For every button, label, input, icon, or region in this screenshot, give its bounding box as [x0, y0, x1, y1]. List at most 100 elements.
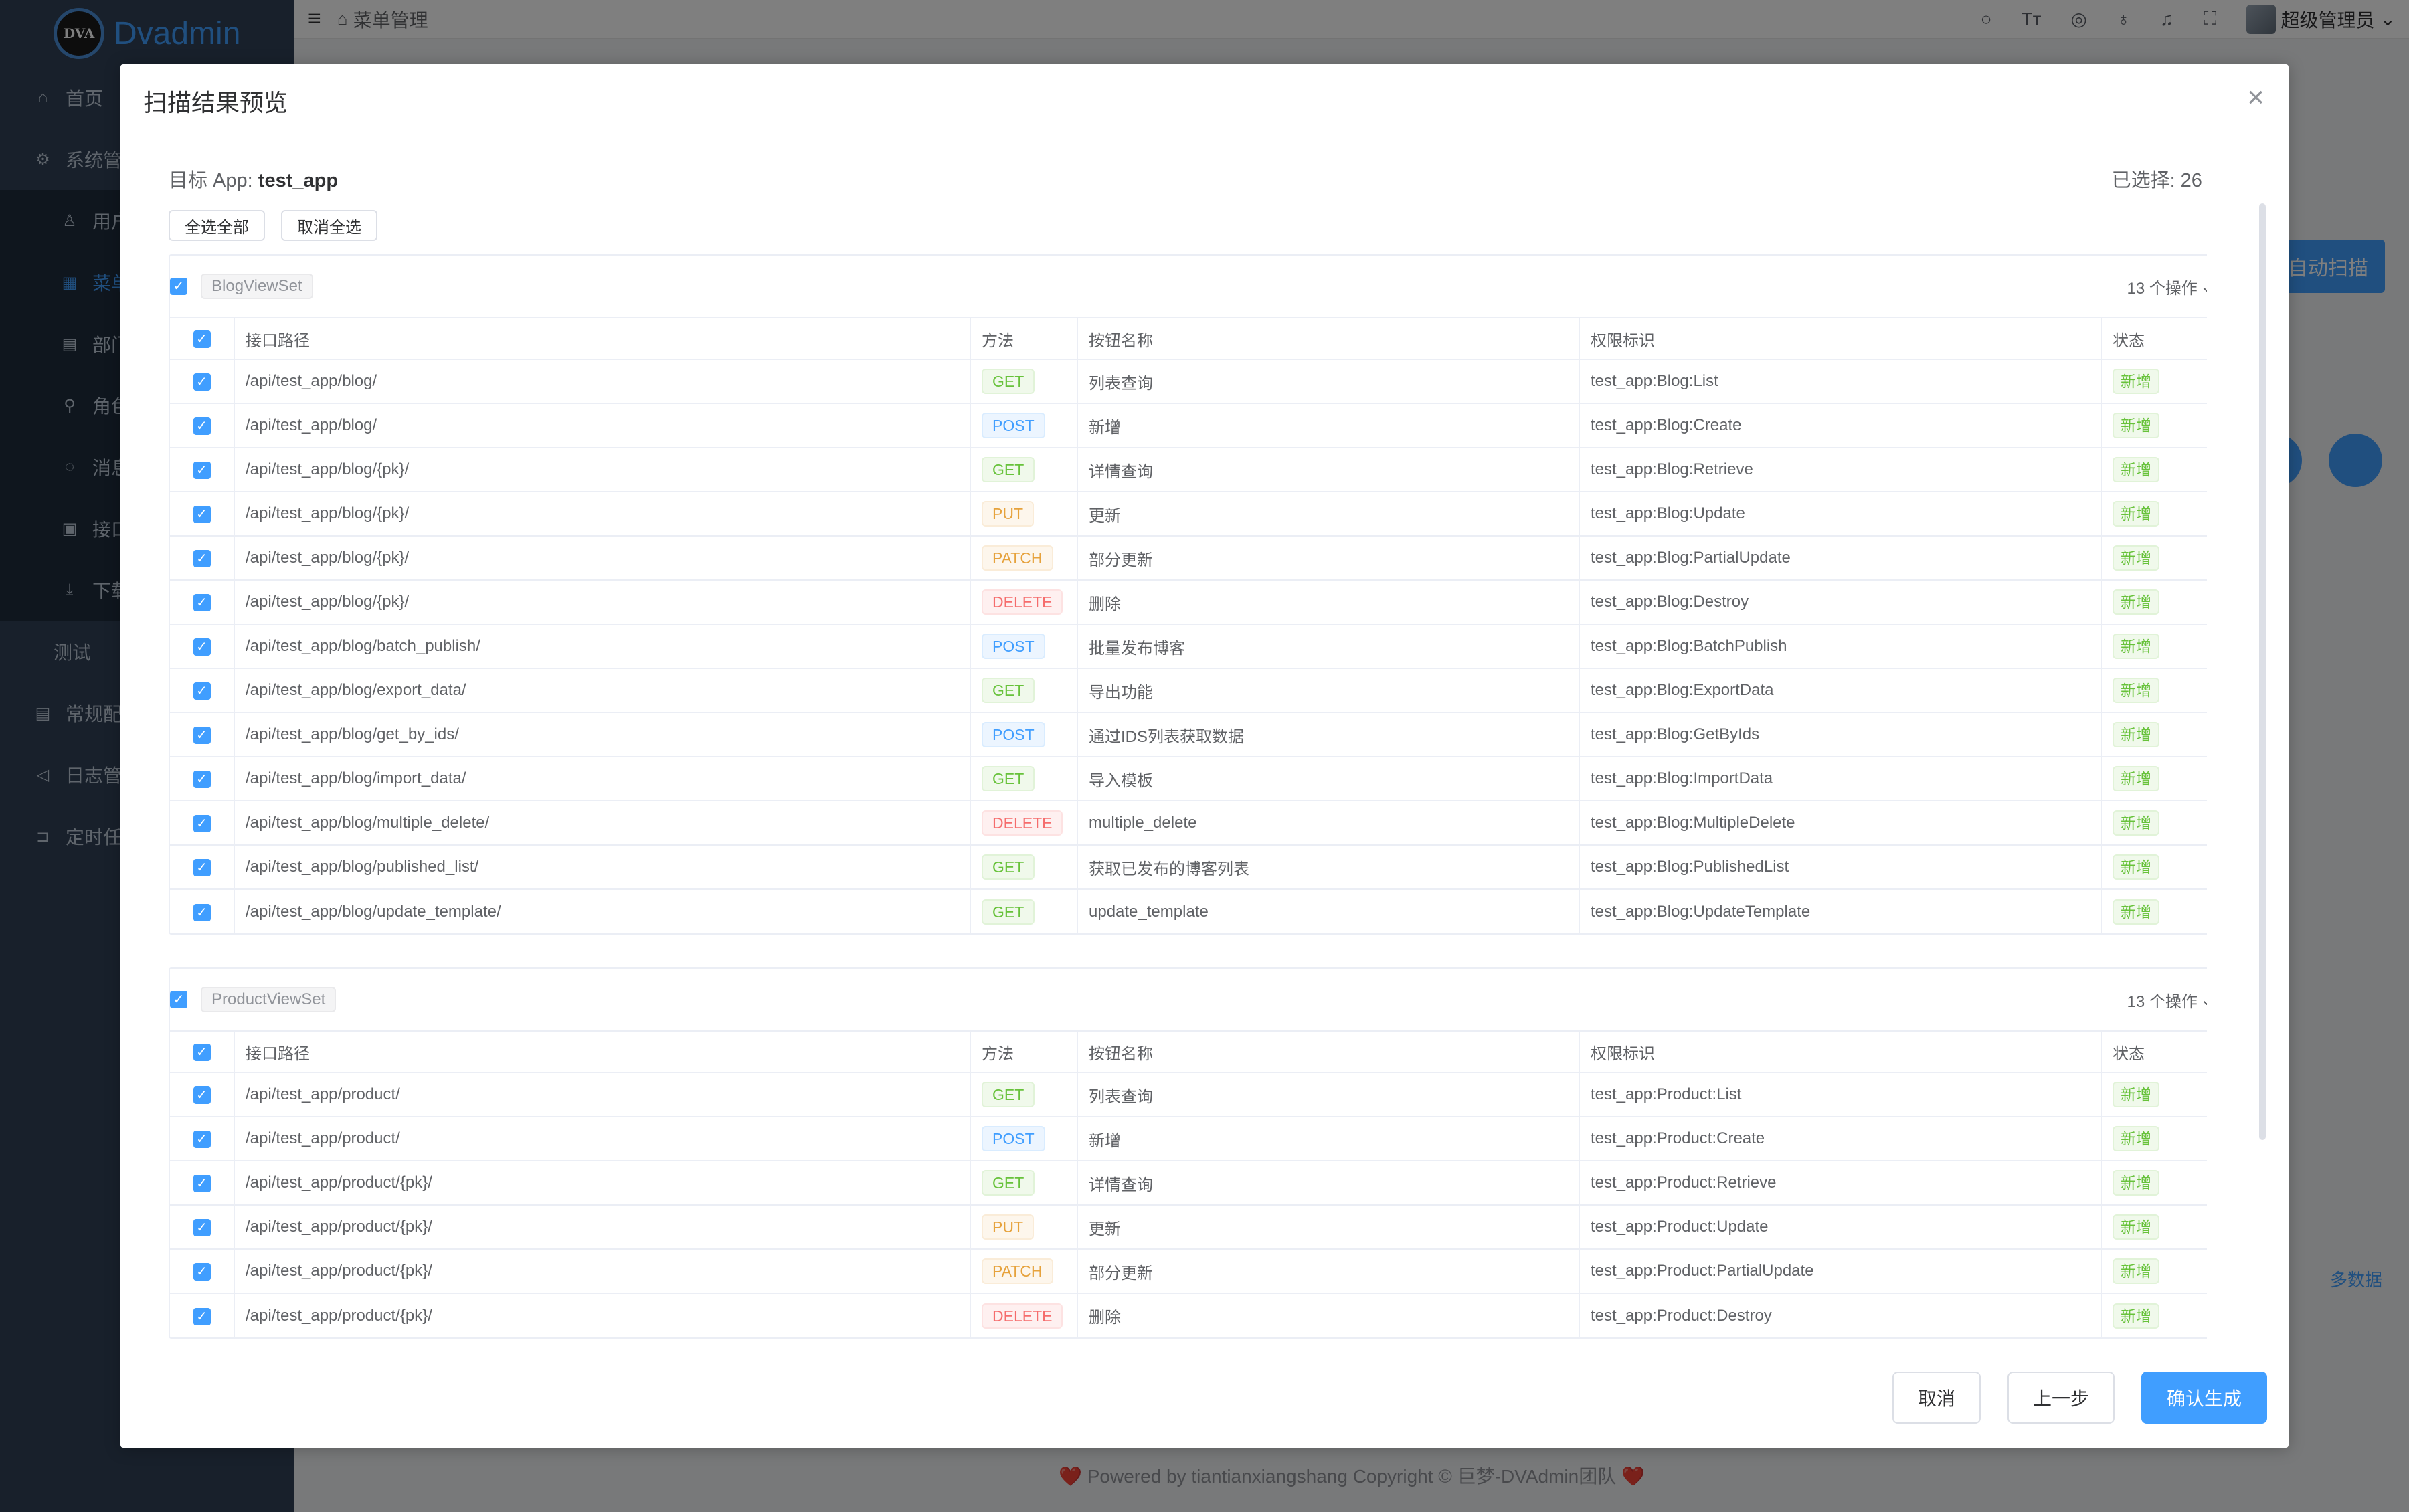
- table-row[interactable]: ✓ /api/test_app/blog/published_list/GET 获取…: [170, 844, 2207, 889]
- method-tag: DELETE: [982, 1303, 1063, 1329]
- permission-key: test_app:Blog:Retrieve: [1579, 447, 2102, 492]
- status-badge: 新增: [2113, 545, 2159, 571]
- method-cell: GET: [970, 668, 1078, 713]
- api-table: ✓ 接口路径 方法 按钮名称 权限标识 状态 ✓ /api/test_app/product/…: [170, 1030, 2207, 1337]
- column-header: 接口路径: [234, 317, 971, 359]
- method-cell: PATCH: [970, 1248, 1078, 1293]
- permission-key: test_app:Blog:List: [1579, 359, 2102, 403]
- row-checkbox[interactable]: ✓: [193, 682, 211, 700]
- row-checkbox-cell: ✓: [170, 359, 235, 403]
- button-name: 批量发布博客: [1077, 624, 1580, 668]
- method-tag: DELETE: [982, 589, 1063, 615]
- row-checkbox[interactable]: ✓: [193, 417, 211, 435]
- method-cell: PATCH: [970, 535, 1078, 580]
- method-cell: GET: [970, 756, 1078, 801]
- status-badge: 新增: [2113, 810, 2159, 836]
- row-checkbox[interactable]: ✓: [193, 771, 211, 788]
- status-badge: 新增: [2113, 1303, 2159, 1329]
- previous-step-button[interactable]: 上一步: [2007, 1372, 2115, 1424]
- table-row[interactable]: ✓ /api/test_app/product/{pk}/ DELETE 删除 test…: [170, 1293, 2207, 1337]
- button-name: 列表查询: [1077, 1072, 1580, 1117]
- button-name: 更新: [1077, 491, 1580, 536]
- table-row[interactable]: ✓ /api/test_app/blog/get_by_ids/POST 通过IDS…: [170, 712, 2207, 757]
- button-name: 导出功能: [1077, 668, 1580, 713]
- table-row[interactable]: ✓ /api/test_app/blog/batch_publish/POST 批量…: [170, 624, 2207, 668]
- select-actions: 全选全部 取消全选: [169, 210, 377, 241]
- scrollbar[interactable]: [2259, 203, 2266, 1140]
- status-badge: 新增: [2113, 501, 2159, 527]
- table-row[interactable]: ✓/api/test_app/blog/POST 新增 test_app:Blog:…: [170, 403, 2207, 448]
- table-row[interactable]: ✓ /api/test_app/blog/{pk}/ PATCH 部分更新 test_a…: [170, 535, 2207, 580]
- table-row[interactable]: ✓ /api/test_app/blog/GET 列表查询 test_app:Blog…: [170, 359, 2207, 403]
- api-path: /api/test_app/blog/export_data/: [234, 668, 971, 713]
- row-checkbox[interactable]: ✓: [193, 727, 211, 744]
- select-all-button[interactable]: 全选全部: [169, 210, 265, 241]
- table-row[interactable]: ✓ /api/test_app/blog/{pk}/ GET 详情查询 test_app…: [170, 447, 2207, 492]
- header-checkbox[interactable]: ✓: [193, 330, 211, 348]
- row-checkbox[interactable]: ✓: [193, 638, 211, 656]
- table-row[interactable]: ✓ /api/test_app/blog/multiple_delete/DELE…: [170, 800, 2207, 845]
- confirm-generate-button[interactable]: 确认生成: [2141, 1372, 2267, 1424]
- row-checkbox[interactable]: ✓: [193, 550, 211, 567]
- column-header: 状态: [2101, 1030, 2207, 1072]
- operation-count[interactable]: 13 个操作 ⌄: [2127, 275, 2207, 298]
- permission-key: test_app:Blog:PublishedList: [1579, 844, 2102, 889]
- api-path: /api/test_app/product/{pk}/: [234, 1293, 971, 1337]
- table-row[interactable]: ✓ /api/test_app/blog/{pk}/ PUT 更新 test_app:B…: [170, 491, 2207, 536]
- method-cell: POST: [970, 712, 1078, 757]
- method-tag: PUT: [982, 501, 1034, 527]
- permission-key: test_app:Product:Retrieve: [1579, 1160, 2102, 1205]
- dialog-footer: 取消 上一步 确认生成: [120, 1347, 2289, 1448]
- group-checkbox[interactable]: ✓: [170, 991, 187, 1008]
- row-checkbox[interactable]: ✓: [193, 903, 211, 921]
- table-row[interactable]: ✓/api/test_app/product/POST 新增 test_app:Pr…: [170, 1116, 2207, 1161]
- cancel-button[interactable]: 取消: [1892, 1372, 1981, 1424]
- close-icon[interactable]: ×: [2247, 83, 2264, 112]
- table-row[interactable]: ✓ /api/test_app/product/{pk}/ PUT 更新 test_ap…: [170, 1204, 2207, 1249]
- method-tag: GET: [982, 678, 1035, 703]
- method-cell: GET: [970, 1160, 1078, 1205]
- row-checkbox-cell: ✓: [170, 756, 235, 801]
- table-row[interactable]: ✓ /api/test_app/product/{pk}/ PATCH 部分更新 tes…: [170, 1248, 2207, 1293]
- deselect-all-button[interactable]: 取消全选: [281, 210, 377, 241]
- status-badge: 新增: [2113, 457, 2159, 482]
- api-path: /api/test_app/blog/import_data/: [234, 756, 971, 801]
- row-checkbox[interactable]: ✓: [193, 1307, 211, 1325]
- row-checkbox[interactable]: ✓: [193, 462, 211, 479]
- permission-key: test_app:Blog:MultipleDelete: [1579, 800, 2102, 845]
- table-row[interactable]: ✓ /api/test_app/blog/update_template/GET u…: [170, 888, 2207, 933]
- status-cell: 新增: [2101, 359, 2207, 403]
- group-checkbox[interactable]: ✓: [170, 278, 187, 295]
- row-checkbox[interactable]: ✓: [193, 506, 211, 523]
- operation-count[interactable]: 13 个操作 ⌄: [2127, 988, 2207, 1012]
- table-row[interactable]: ✓ /api/test_app/product/GET 列表查询 test_app:P…: [170, 1072, 2207, 1117]
- operation-count-label: 13 个操作: [2127, 992, 2198, 1011]
- button-name: 删除: [1077, 1293, 1580, 1337]
- row-checkbox-cell: ✓: [170, 579, 235, 624]
- row-checkbox[interactable]: ✓: [193, 859, 211, 876]
- row-checkbox[interactable]: ✓: [193, 1175, 211, 1192]
- table-row[interactable]: ✓ /api/test_app/blog/{pk}/ DELETE 删除 test_ap…: [170, 579, 2207, 624]
- table-row[interactable]: ✓ /api/test_app/product/{pk}/ GET 详情查询 test_…: [170, 1160, 2207, 1205]
- row-checkbox[interactable]: ✓: [193, 1263, 211, 1281]
- row-checkbox[interactable]: ✓: [193, 1219, 211, 1236]
- dialog-body: 目标 App: test_app 已选择: 26 项 全选全部 取消全选 ✓ Bl…: [169, 64, 2207, 1342]
- row-checkbox-cell: ✓: [170, 1204, 235, 1249]
- row-checkbox[interactable]: ✓: [193, 373, 211, 391]
- status-cell: 新增: [2101, 844, 2207, 889]
- header-checkbox[interactable]: ✓: [193, 1044, 211, 1061]
- target-app: 目标 App: test_app: [169, 165, 338, 193]
- row-checkbox[interactable]: ✓: [193, 815, 211, 832]
- row-checkbox[interactable]: ✓: [193, 1086, 211, 1104]
- table-row[interactable]: ✓ /api/test_app/blog/export_data/GET 导出功能 t…: [170, 668, 2207, 713]
- column-header: 方法: [970, 1030, 1078, 1072]
- method-tag: GET: [982, 1170, 1035, 1196]
- row-checkbox[interactable]: ✓: [193, 594, 211, 611]
- table-row[interactable]: ✓ /api/test_app/blog/import_data/GET 导入模板 t…: [170, 756, 2207, 801]
- button-name: 新增: [1077, 403, 1580, 448]
- permission-key: test_app:Blog:BatchPublish: [1579, 624, 2102, 668]
- selected-count: 已选择: 26 项: [2111, 170, 2207, 191]
- row-checkbox[interactable]: ✓: [193, 1131, 211, 1148]
- api-path: /api/test_app/blog/get_by_ids/: [234, 712, 971, 757]
- header-checkbox-cell: ✓: [170, 317, 235, 359]
